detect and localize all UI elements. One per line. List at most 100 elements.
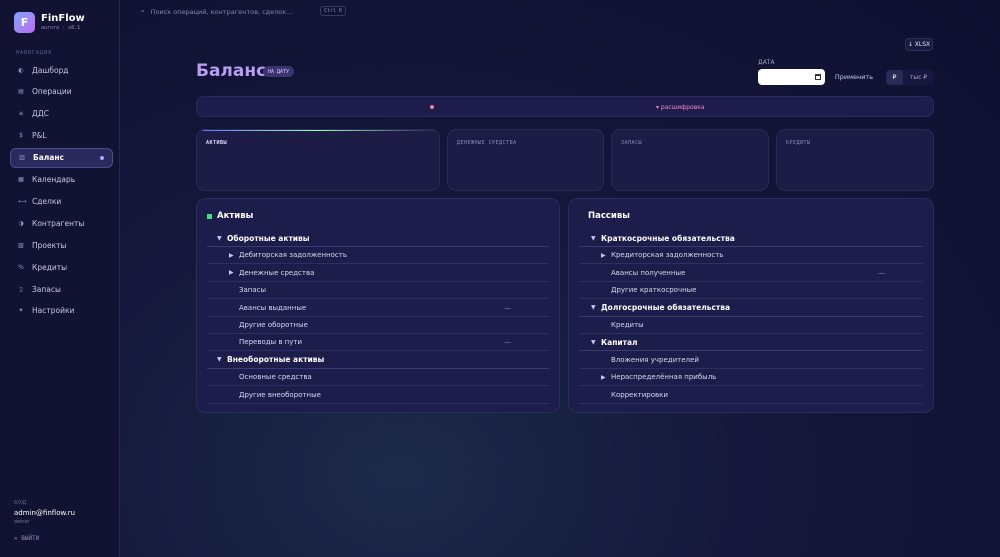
kpi-label: АКТИВЫ <box>206 140 228 146</box>
sidebar-item[interactable]: ▯ Запасы <box>10 279 113 299</box>
nav-icon: ▥ <box>19 154 25 162</box>
app-logo[interactable]: F <box>14 12 35 33</box>
balance-check-bar: ▾ расшифровка <box>196 96 934 117</box>
kpi-label: ДЕНЕЖНЫЕ СРЕДСТВА <box>457 140 517 146</box>
nav-icon: ▯ <box>19 285 23 293</box>
date-label: ДАТА <box>758 59 775 66</box>
row-label: Авансы полученные <box>611 268 686 277</box>
nav-icon: ▧ <box>18 241 24 249</box>
row-label: Вложения учредителей <box>611 355 699 364</box>
unit-rub[interactable]: ₽ <box>886 70 903 85</box>
sidebar-item-label: Контрагенты <box>32 218 85 228</box>
nav-icon: $ <box>19 132 23 140</box>
nav-icon: ▤ <box>18 88 24 96</box>
date-input[interactable] <box>758 69 825 85</box>
sidebar-item-label: Кредиты <box>32 262 68 272</box>
group-row[interactable]: ▼ Долгосрочные обязательства <box>579 300 923 317</box>
kpi-accent-line <box>197 130 439 131</box>
sidebar-item[interactable]: ✦ Настройки <box>10 301 113 321</box>
app-version: aurora · v8.1 <box>41 25 81 31</box>
liabilities-title-text: Пассивы <box>588 211 630 221</box>
kpi-inventory: ЗАПАСЫ <box>611 129 769 191</box>
table-row[interactable]: ▶ Нераспределённая прибыль <box>579 369 923 387</box>
sidebar-item[interactable]: ◑ Контрагенты <box>10 213 113 233</box>
kpi-cash: ДЕНЕЖНЫЕ СРЕДСТВА <box>447 129 604 191</box>
assets-panel: Активы ▼ Оборотные активы ▶ Дебиторская зад… <box>196 198 560 413</box>
collapse-icon[interactable]: ▼ <box>591 339 601 346</box>
liabilities-panel: Пассивы ▼ Краткосрочные обязательства ▶ Кре… <box>568 198 934 413</box>
search-input[interactable]: Поиск операций, контрагентов, сделок... <box>151 8 293 16</box>
sidebar-item[interactable]: ◐ Дашборд <box>10 60 113 80</box>
group-row[interactable]: ▼ Капитал <box>579 334 923 352</box>
collapse-icon[interactable]: ▼ <box>591 304 601 311</box>
unit-toggle[interactable]: ₽ тыс ₽ <box>886 70 934 85</box>
search-bar[interactable]: ⌕ Поиск операций, контрагентов, сделок..… <box>141 4 350 19</box>
logout-button[interactable]: ✕ ВЫЙТИ <box>14 535 39 542</box>
expand-icon[interactable]: ▶ <box>229 269 239 276</box>
user-label: ВХОД <box>14 500 27 506</box>
sidebar-item[interactable]: ▤ Операции <box>10 82 113 102</box>
kpi-loans: КРЕДИТЫ <box>776 129 934 191</box>
apply-button[interactable]: Применить <box>831 70 877 84</box>
expand-icon[interactable]: ▶ <box>229 252 239 259</box>
nav-icon: ✦ <box>18 307 24 315</box>
collapse-icon[interactable]: ▼ <box>217 356 227 363</box>
export-xlsx-button[interactable]: ↓ XLSX <box>905 38 933 51</box>
expand-icon[interactable]: ▶ <box>601 252 611 259</box>
sidebar-item-label: Настройки <box>32 306 75 316</box>
calendar-icon[interactable] <box>815 74 821 80</box>
collapse-icon[interactable]: ▼ <box>217 235 227 242</box>
sidebar-item-label: Баланс <box>33 153 64 163</box>
unit-thousand-rub[interactable]: тыс ₽ <box>903 70 934 85</box>
table-row: Авансы полученные — <box>579 265 923 282</box>
table-row[interactable]: ▶ Денежные средства <box>207 265 549 282</box>
page-title: Баланс <box>196 61 267 81</box>
active-indicator <box>100 155 104 160</box>
row-value: — <box>878 268 885 277</box>
sidebar-item[interactable]: ▥ Баланс <box>10 147 113 168</box>
assets-title: Активы <box>207 211 253 221</box>
row-value: — <box>504 303 511 312</box>
app-name: FinFlow <box>41 13 85 24</box>
sidebar-item[interactable]: ▦ Календарь <box>10 170 113 190</box>
row-label: Корректировки <box>611 390 668 399</box>
group-row[interactable]: ▼ Оборотные активы <box>207 230 549 247</box>
row-label: Кредиторская задолженность <box>611 251 724 260</box>
decode-toggle[interactable]: ▾ расшифровка <box>656 104 705 111</box>
nav-icon: ◑ <box>18 219 24 227</box>
row-label: Другие внеоборотные <box>239 390 321 399</box>
group-row[interactable]: ▼ Внеоборотные активы <box>207 352 549 369</box>
table-row: Другие оборотные <box>207 317 549 334</box>
nav-icon: ▦ <box>18 176 24 183</box>
sidebar-item-label: Сделки <box>32 196 62 206</box>
sidebar: F FinFlow aurora · v8.1 НАВИГАЦИЯ ◐ Дашбо… <box>0 0 120 557</box>
status-dot <box>430 105 434 109</box>
table-row[interactable]: ▶ Дебиторская задолженность <box>207 247 549 265</box>
row-label: Денежные средства <box>239 268 315 277</box>
table-row: Другие внеоборотные <box>207 387 549 404</box>
row-label: Дебиторская задолженность <box>239 251 347 260</box>
user-email: admin@finflow.ru <box>14 509 76 517</box>
sidebar-item[interactable]: ▧ Проекты <box>10 235 113 255</box>
nav-section-label: НАВИГАЦИЯ <box>16 50 53 56</box>
sidebar-item[interactable]: ⟷ Сделки <box>10 191 113 211</box>
sidebar-item-label: Календарь <box>32 175 76 184</box>
date-mode-badge: НА ДАТУ <box>263 66 295 77</box>
table-row: Кредиты <box>579 317 923 334</box>
row-label: Долгосрочные обязательства <box>601 303 731 313</box>
sidebar-item[interactable]: $ P&L <box>10 126 113 146</box>
search-icon: ⌕ <box>141 7 145 15</box>
nav-icon: % <box>18 263 24 271</box>
kpi-label: КРЕДИТЫ <box>786 140 811 146</box>
liabilities-title: Пассивы <box>588 211 630 221</box>
row-label: Нераспределённая прибыль <box>611 373 717 382</box>
table-row: Другие краткосрочные <box>579 282 923 300</box>
sidebar-item-label: Операции <box>32 87 72 97</box>
expand-icon[interactable]: ▶ <box>601 374 611 381</box>
table-row[interactable]: ▶ Кредиторская задолженность <box>579 247 923 265</box>
sidebar-item[interactable]: % Кредиты <box>10 257 113 277</box>
group-row[interactable]: ▼ Краткосрочные обязательства <box>579 230 923 247</box>
assets-marker <box>207 213 212 219</box>
collapse-icon[interactable]: ▼ <box>591 235 601 242</box>
sidebar-item[interactable]: ≡ ДДС <box>10 104 113 124</box>
